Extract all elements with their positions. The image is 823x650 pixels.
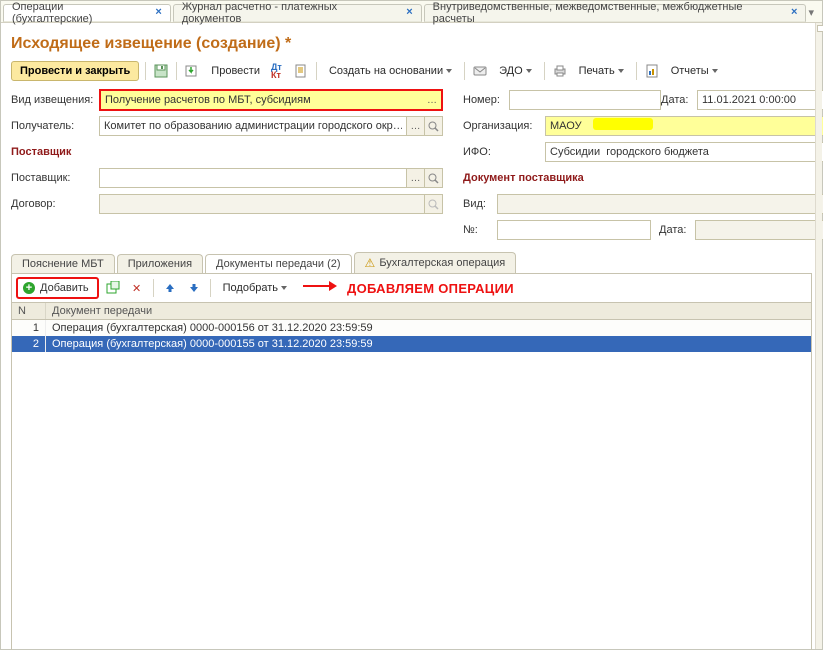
table-row[interactable]: 2 Операция (бухгалтерская) 0000-000155 о…: [12, 336, 811, 352]
dt-kt-icon[interactable]: ДтКт: [270, 62, 288, 80]
date-label: Дата:: [661, 94, 697, 106]
search-icon[interactable]: [425, 116, 443, 136]
organization-label: Организация:: [463, 120, 545, 132]
close-icon[interactable]: ×: [789, 7, 799, 18]
recipient-field[interactable]: [99, 116, 407, 136]
delete-icon[interactable]: ✕: [127, 278, 147, 298]
tab-transfer-docs[interactable]: Документы передачи (2): [205, 254, 352, 273]
doc-tab-label: Журнал расчетно - платежных документов: [182, 1, 394, 25]
organization-field[interactable]: [545, 116, 823, 136]
arrow-annotation: [303, 279, 337, 297]
cell-doc: Операция (бухгалтерская) 0000-000155 от …: [46, 336, 811, 352]
tab-explanation[interactable]: Пояснение МБТ: [11, 254, 115, 273]
add-button[interactable]: + Добавить: [16, 277, 99, 299]
select-icon[interactable]: …: [423, 91, 441, 109]
date2-label: Дата:: [659, 224, 695, 236]
doc-tab-operations[interactable]: Операции (бухгалтерские) ×: [3, 4, 171, 22]
number-label: Номер:: [463, 94, 509, 106]
tab-accounting-op[interactable]: ⚠ Бухгалтерская операция: [354, 252, 517, 273]
contract-label: Договор:: [11, 198, 99, 210]
kind-label: Вид:: [463, 198, 497, 210]
right-gutter: [815, 23, 822, 649]
no-field[interactable]: [497, 220, 651, 240]
insert-icon[interactable]: [103, 278, 123, 298]
post-button[interactable]: Провести: [205, 62, 266, 80]
grid-header: N Документ передачи: [12, 302, 811, 320]
inner-toolbar: + Добавить ✕ Подобрать ДОБАВЛЯЕМ ОПЕРАЦИ…: [12, 274, 811, 302]
print-icon[interactable]: [551, 62, 569, 80]
redaction-mask: [593, 118, 653, 130]
move-up-icon[interactable]: [160, 278, 180, 298]
select-icon[interactable]: …: [407, 168, 425, 188]
select-button[interactable]: Подобрать: [217, 279, 293, 297]
recipient-label: Получатель:: [11, 120, 99, 132]
ifo-field[interactable]: [545, 142, 823, 162]
search-icon[interactable]: [425, 168, 443, 188]
date2-field[interactable]: [695, 220, 823, 240]
warning-icon: ⚠: [365, 256, 376, 270]
tab-attachments[interactable]: Приложения: [117, 254, 203, 273]
create-based-button[interactable]: Создать на основании: [323, 62, 458, 80]
document-tabs-bar: Операции (бухгалтерские) × Журнал расчет…: [1, 1, 822, 23]
tab-label: Бухгалтерская операция: [379, 257, 505, 269]
detail-body: + Добавить ✕ Подобрать ДОБАВЛЯЕМ ОПЕРАЦИ…: [11, 273, 812, 650]
supplier-doc-header: Документ поставщика: [463, 172, 584, 184]
cell-n: 2: [12, 336, 46, 352]
notice-type-field-wrap: …: [99, 89, 443, 111]
edo-button[interactable]: ЭДО: [493, 62, 538, 80]
kind-field[interactable]: [497, 194, 823, 214]
close-icon[interactable]: ×: [153, 7, 163, 18]
doc-tab-label: Внутриведомственные, межведомственные, м…: [433, 1, 779, 25]
tabs-dropdown-icon[interactable]: ▾: [808, 6, 814, 19]
plus-icon: +: [23, 282, 35, 294]
date-field[interactable]: [697, 90, 823, 110]
supplier-field[interactable]: [99, 168, 407, 188]
col-n[interactable]: N: [12, 303, 46, 319]
cell-n: 1: [12, 320, 46, 336]
notice-type-field[interactable]: [101, 91, 423, 109]
edo-icon[interactable]: [471, 62, 489, 80]
annotation-text: ДОБАВЛЯЕМ ОПЕРАЦИИ: [347, 281, 514, 296]
move-down-icon[interactable]: [184, 278, 204, 298]
post-icon[interactable]: [183, 62, 201, 80]
doc-tab-label: Операции (бухгалтерские): [12, 1, 143, 25]
form-area: Вид извещения: … Номер: Дата: Получатель…: [11, 89, 812, 241]
reports-button[interactable]: Отчеты: [665, 62, 724, 80]
close-icon[interactable]: ×: [404, 7, 414, 18]
supplier-header: Поставщик: [11, 146, 71, 158]
print-button[interactable]: Печать: [573, 62, 630, 80]
add-label: Добавить: [40, 282, 89, 294]
col-doc[interactable]: Документ передачи: [46, 303, 811, 319]
post-and-close-button[interactable]: Провести и закрыть: [11, 61, 139, 81]
report-icon[interactable]: [292, 62, 310, 80]
no-label: №:: [463, 224, 497, 236]
contract-field[interactable]: [99, 194, 425, 214]
ifo-label: ИФО:: [463, 146, 545, 158]
main-toolbar: Провести и закрыть Провести ДтКт Создать…: [11, 59, 812, 83]
doc-tab-interbudget[interactable]: Внутриведомственные, межведомственные, м…: [424, 4, 807, 22]
table-row[interactable]: 1 Операция (бухгалтерская) 0000-000156 о…: [12, 320, 811, 336]
search-icon[interactable]: [425, 194, 443, 214]
reports-icon[interactable]: [643, 62, 661, 80]
detail-tabs: Пояснение МБТ Приложения Документы перед…: [11, 251, 812, 273]
page-title: Исходящее извещение (создание) *: [11, 35, 812, 53]
number-field[interactable]: [509, 90, 661, 110]
save-icon[interactable]: [152, 62, 170, 80]
select-icon[interactable]: …: [407, 116, 425, 136]
cell-doc: Операция (бухгалтерская) 0000-000156 от …: [46, 320, 811, 336]
notice-type-label: Вид извещения:: [11, 94, 99, 106]
supplier-label: Поставщик:: [11, 172, 99, 184]
doc-tab-journal[interactable]: Журнал расчетно - платежных документов ×: [173, 4, 422, 22]
